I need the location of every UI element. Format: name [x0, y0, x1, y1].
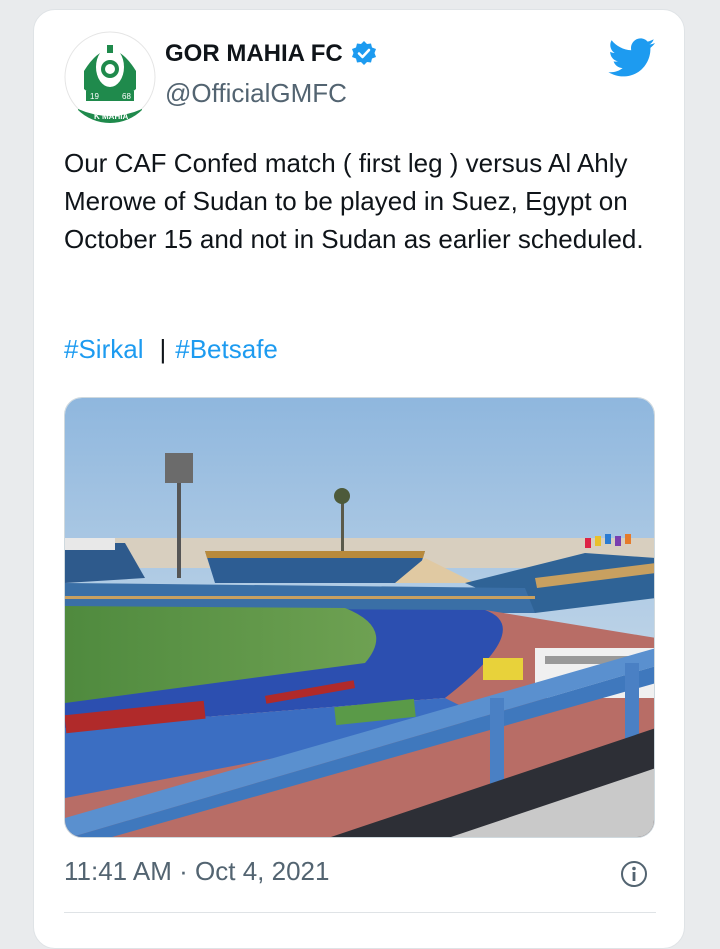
- info-icon[interactable]: [620, 860, 648, 888]
- hashtag-link[interactable]: #Sirkal: [64, 334, 143, 365]
- display-name[interactable]: GOR MAHIA FC: [165, 40, 343, 68]
- stadium-photo: [65, 398, 654, 837]
- author-name-row[interactable]: GOR MAHIA FC: [165, 40, 378, 68]
- divider: [64, 912, 656, 913]
- tweet-timestamp[interactable]: 11:41 AM · Oct 4, 2021: [64, 856, 329, 887]
- tweet-photo[interactable]: [64, 397, 655, 838]
- twitter-bird-icon[interactable]: [608, 38, 656, 78]
- avatar-year-left: 19: [90, 92, 99, 101]
- hashtag-separator: |: [159, 334, 167, 364]
- avatar-banner: K MAHIA: [94, 112, 128, 121]
- club-logo: 19 68 K MAHIA: [64, 31, 156, 123]
- hashtag-link[interactable]: #Betsafe: [175, 334, 278, 365]
- verified-badge-icon: [350, 40, 378, 68]
- tweet-text: Our CAF Confed match ( first leg ) versu…: [64, 148, 644, 254]
- avatar[interactable]: 19 68 K MAHIA: [64, 31, 156, 123]
- avatar-year-right: 68: [122, 92, 131, 101]
- handle[interactable]: @OfficialGMFC: [165, 78, 347, 109]
- hashtag-row: #Sirkal | #Betsafe: [64, 334, 278, 365]
